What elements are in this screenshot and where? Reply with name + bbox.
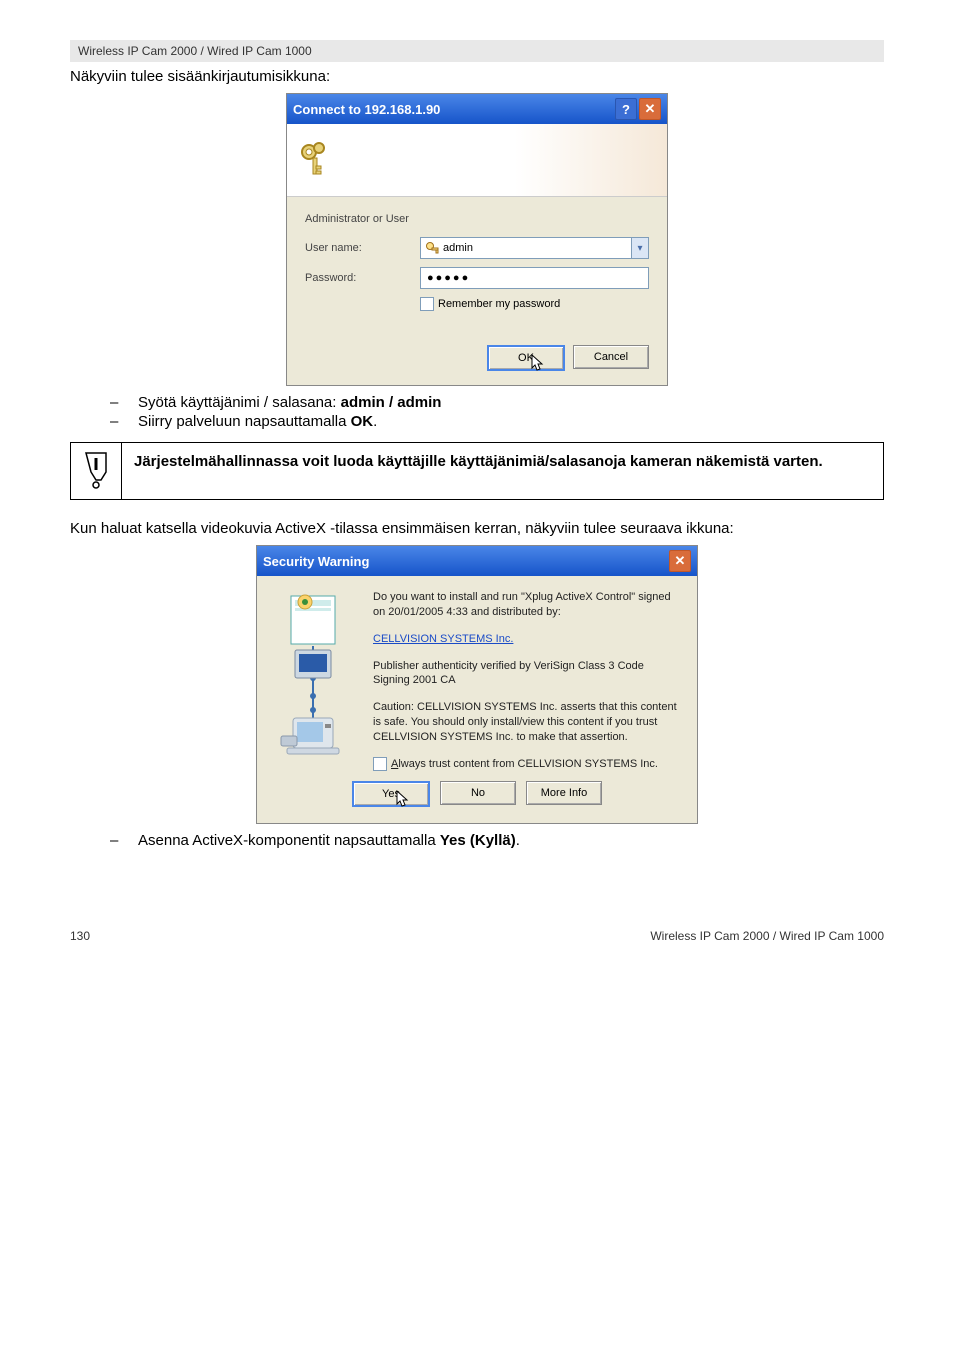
callout-text: Järjestelmähallinnassa voit luoda käyttä… [122, 443, 883, 499]
help-button[interactable]: ? [615, 98, 637, 120]
security-dialog-titlebar: Security Warning ✕ [257, 546, 697, 576]
instruction-list-1: –Syötä käyttäjänimi / salasana: admin / … [110, 394, 884, 430]
password-label: Password: [305, 272, 420, 284]
username-value: admin [443, 242, 473, 254]
login-dialog-title: Connect to 192.168.1.90 [293, 102, 440, 117]
exclamation-icon [81, 450, 111, 493]
ok-button[interactable]: OK [487, 345, 565, 371]
intro-text: Näkyviin tulee sisäänkirjautumisikkuna: [70, 68, 884, 85]
cursor-icon [531, 354, 545, 375]
paragraph-2: Kun haluat katsella videokuvia ActiveX -… [70, 520, 884, 537]
login-dialog-titlebar: Connect to 192.168.1.90 ? ✕ [287, 94, 667, 124]
remember-password-checkbox[interactable] [420, 297, 434, 311]
cursor-icon [396, 790, 410, 811]
password-input[interactable]: ●●●●● [420, 267, 649, 289]
chevron-down-icon[interactable]: ▾ [631, 238, 648, 258]
security-warning-dialog: Security Warning ✕ [256, 545, 698, 824]
no-button[interactable]: No [440, 781, 516, 805]
close-button[interactable]: ✕ [639, 98, 661, 120]
security-dialog-title: Security Warning [263, 554, 369, 569]
instruction-list-2: –Asenna ActiveX-komponentit napsauttamal… [110, 832, 884, 849]
always-trust-checkbox[interactable] [373, 757, 387, 771]
login-subtitle: Administrator or User [305, 213, 649, 225]
callout-box: Järjestelmähallinnassa voit luoda käyttä… [70, 442, 884, 500]
username-label: User name: [305, 242, 420, 254]
page-number: 130 [70, 929, 90, 943]
remember-password-label: Remember my password [438, 298, 560, 310]
more-info-button[interactable]: More Info [526, 781, 602, 805]
keys-icon [297, 140, 337, 180]
footer-right: Wireless IP Cam 2000 / Wired IP Cam 1000 [650, 929, 884, 943]
header-bar: Wireless IP Cam 2000 / Wired IP Cam 1000 [70, 40, 884, 62]
login-dialog: Connect to 192.168.1.90 ? ✕ Administrato… [286, 93, 668, 386]
username-combo[interactable]: admin ▾ [420, 237, 649, 259]
yes-button[interactable]: Yes [352, 781, 430, 807]
security-question: Do you want to install and run "Xplug Ac… [373, 590, 681, 620]
caution-text: Caution: CELLVISION SYSTEMS Inc. asserts… [373, 700, 681, 745]
login-dialog-banner [287, 124, 667, 197]
verified-text: Publisher authenticity verified by VeriS… [373, 659, 681, 689]
publisher-link[interactable]: CELLVISION SYSTEMS Inc. [373, 633, 513, 645]
always-trust-label: Always trust content from CELLVISION SYS… [391, 758, 658, 770]
close-button[interactable]: ✕ [669, 550, 691, 572]
user-key-icon [425, 241, 439, 255]
certificate-computer-icon [273, 590, 359, 760]
cancel-button[interactable]: Cancel [573, 345, 649, 369]
page-footer: 130 Wireless IP Cam 2000 / Wired IP Cam … [70, 929, 884, 943]
